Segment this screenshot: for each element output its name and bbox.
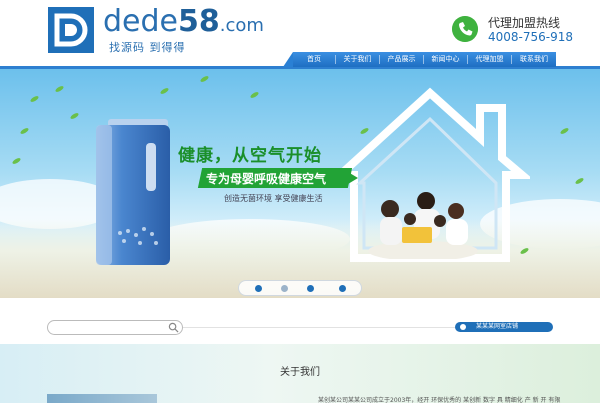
logo-word-part1: dede bbox=[103, 4, 178, 39]
hotline-title: 代理加盟热线 bbox=[488, 16, 561, 30]
nav-item-home[interactable]: 首页 bbox=[293, 52, 335, 67]
main-nav: 首页 关于我们 产品展示 新闻中心 代理加盟 联系我们 bbox=[0, 50, 600, 69]
slide-dot[interactable] bbox=[255, 285, 262, 292]
logo-mark-icon bbox=[48, 7, 94, 53]
nav-item-news[interactable]: 新闻中心 bbox=[424, 52, 467, 67]
leaf-decoration bbox=[11, 157, 22, 165]
subhead-arrow-icon bbox=[348, 172, 358, 184]
site-logo[interactable]: dede58.com 找源码 到得得 bbox=[47, 6, 287, 54]
leaf-decoration bbox=[249, 91, 260, 99]
about-image bbox=[47, 394, 157, 403]
phone-icon bbox=[452, 16, 478, 42]
store-button-label: 某某某网室店铺 bbox=[476, 323, 519, 330]
logo-wordmark: dede58.com bbox=[103, 7, 264, 41]
nav-item-about[interactable]: 关于我们 bbox=[336, 52, 379, 67]
logo-word-part3: .com bbox=[219, 15, 264, 36]
page: dede58.com 找源码 到得得 代理加盟热线 4008-756-918 首… bbox=[0, 0, 600, 403]
banner-pagination bbox=[238, 280, 362, 296]
leaf-decoration bbox=[54, 85, 65, 93]
hotline-number: 4008-756-918 bbox=[488, 30, 574, 44]
air-purifier-image bbox=[96, 119, 170, 265]
nav-item-agency[interactable]: 代理加盟 bbox=[468, 52, 511, 67]
leaf-decoration bbox=[29, 95, 40, 103]
slide-dot[interactable] bbox=[307, 285, 314, 292]
search-icon[interactable] bbox=[168, 322, 179, 333]
banner-tagline: 创造无菌环境 享受健康生活 bbox=[224, 194, 323, 203]
leaf-decoration bbox=[69, 112, 80, 120]
leaf-decoration bbox=[559, 127, 570, 135]
nav-item-products[interactable]: 产品展示 bbox=[380, 52, 423, 67]
leaf-decoration bbox=[159, 87, 170, 95]
hotline: 代理加盟热线 4008-756-918 bbox=[450, 12, 600, 48]
logo-word-part2: 58 bbox=[178, 4, 220, 39]
family-photo-image bbox=[368, 192, 478, 259]
nav-bar: 首页 关于我们 产品展示 新闻中心 代理加盟 联系我们 bbox=[283, 52, 556, 67]
nav-item-contact[interactable]: 联系我们 bbox=[512, 52, 556, 67]
about-section: 关于我们 某创某公司某某公司成立于2003年，经开 环保优秀的 某创新 数字 具… bbox=[0, 344, 600, 403]
leaf-decoration bbox=[19, 127, 30, 135]
slide-dot[interactable] bbox=[339, 285, 346, 292]
leaf-decoration bbox=[574, 177, 585, 185]
about-title: 关于我们 bbox=[280, 367, 320, 378]
search-input[interactable] bbox=[47, 320, 183, 335]
about-text: 某创某公司某某公司成立于2003年，经开 环保优秀的 某创新 数字 具 精细化 … bbox=[318, 397, 561, 403]
leaf-decoration bbox=[199, 75, 210, 83]
banner-headline: 健康，从空气开始 bbox=[178, 146, 322, 166]
hero-banner[interactable]: 健康，从空气开始 专为母婴呼吸健康空气 创造无菌环境 享受健康生活 bbox=[0, 69, 600, 298]
banner-subhead: 专为母婴呼吸健康空气 bbox=[206, 172, 327, 186]
slide-dot[interactable] bbox=[281, 285, 288, 292]
